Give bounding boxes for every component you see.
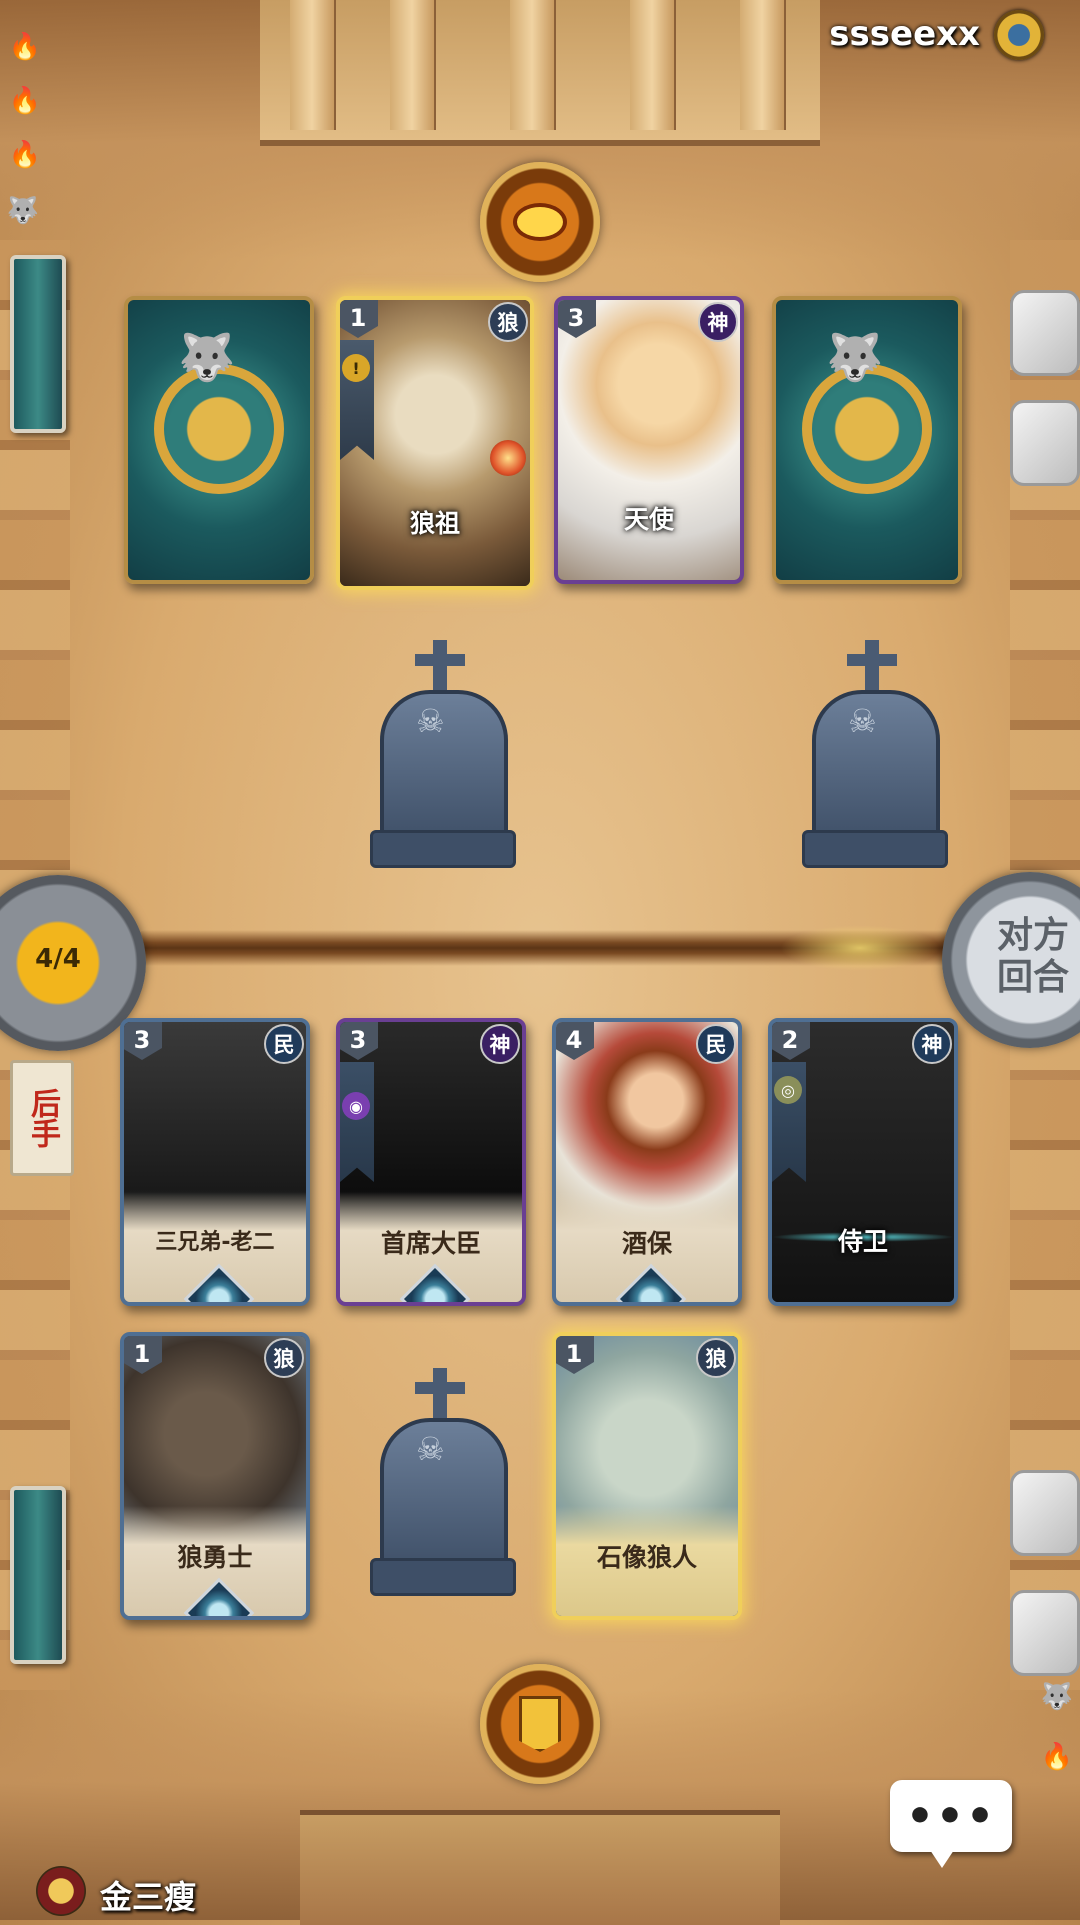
player-card[interactable]: ◎ 2 神 侍卫 xyxy=(768,1018,958,1306)
player-card[interactable]: ◉ 3 神 首席大臣 xyxy=(336,1018,526,1306)
player-hero-medallion[interactable] xyxy=(480,1664,600,1784)
tombstone: ☠ xyxy=(370,1368,516,1598)
player-name: 金三瘦 xyxy=(100,1878,197,1916)
faction-badge: 神 xyxy=(912,1024,952,1064)
tombstone: ☠ xyxy=(370,640,516,870)
opponent-name: ssseexx xyxy=(829,14,980,54)
player-card[interactable]: 1 狼 狼勇士 xyxy=(120,1332,310,1620)
opponent-card-angel[interactable]: 3 神 天使 xyxy=(554,296,744,584)
opponent-card-back: 🐺 xyxy=(772,296,962,584)
gear-emblem-icon[interactable] xyxy=(994,10,1044,60)
fire-icon: 🔥 xyxy=(8,32,42,62)
end-turn-line2: 回合 xyxy=(996,957,1069,998)
opponent-card-back: 🐺 xyxy=(124,296,314,584)
fire-icon: 🔥 xyxy=(1040,1742,1074,1772)
wolf-head-icon: 🐺 xyxy=(178,330,236,384)
card-name: 狼祖 xyxy=(409,509,460,538)
crown-banner-icon xyxy=(519,1696,561,1752)
end-turn-line1: 对方 xyxy=(996,915,1069,956)
player-card[interactable]: 1 狼 石像狼人 xyxy=(552,1332,742,1620)
turn-order-tag: 后手 xyxy=(10,1060,74,1176)
turn-counter: 4/4 xyxy=(35,944,81,974)
opponent-card-wolf-ancestor[interactable]: ! 1 狼 狼祖 xyxy=(336,296,534,590)
card-name: 石像狼人 xyxy=(596,1543,697,1572)
faction-badge: 狼 xyxy=(264,1338,304,1378)
player-card[interactable]: 4 民 酒保 xyxy=(552,1018,742,1306)
player-deck xyxy=(10,1486,66,1664)
wolf-head-icon: 🐺 xyxy=(1040,1682,1074,1712)
temple-column xyxy=(740,0,786,130)
eye-status-icon: ◎ xyxy=(774,1076,802,1104)
crystal-stone xyxy=(1010,400,1080,486)
crystal-stone xyxy=(1010,290,1080,376)
faction-badge: 狼 xyxy=(488,302,528,342)
wolf-head-icon: 🐺 xyxy=(6,196,40,226)
crystal-stone xyxy=(1010,1470,1080,1556)
card-name: 狼勇士 xyxy=(177,1543,253,1572)
opponent-deck xyxy=(10,255,66,433)
end-turn-label: 对方 回合 xyxy=(988,915,1078,999)
skull-icon: ☠ xyxy=(416,702,445,740)
chat-button[interactable]: ••• xyxy=(890,1780,1012,1868)
skull-icon: ☠ xyxy=(416,1430,445,1468)
crown-avatar-icon[interactable] xyxy=(36,1866,86,1916)
temple-column xyxy=(630,0,676,130)
faction-badge: 狼 xyxy=(696,1338,736,1378)
tombstone: ☠ xyxy=(802,640,948,870)
faction-badge: 民 xyxy=(696,1024,736,1064)
faction-badge: 神 xyxy=(480,1024,520,1064)
faction-badge: 民 xyxy=(264,1024,304,1064)
wolf-head-icon: 🐺 xyxy=(826,330,884,384)
status-ribbon xyxy=(340,1062,374,1182)
skull-icon: ☠ xyxy=(848,702,877,740)
temple-column xyxy=(290,0,336,130)
fire-orb-icon xyxy=(490,440,526,476)
eye-icon xyxy=(513,203,567,241)
card-name: 首席大臣 xyxy=(380,1229,481,1258)
temple-facade xyxy=(260,0,820,146)
fire-icon: 🔥 xyxy=(8,140,42,170)
alert-icon: ! xyxy=(342,354,370,382)
temple-column xyxy=(510,0,556,130)
temple-gate xyxy=(300,1810,780,1925)
faction-badge: 神 xyxy=(698,302,738,342)
fire-icon: 🔥 xyxy=(8,86,42,116)
card-name: 侍卫 xyxy=(837,1227,888,1256)
card-name: 天使 xyxy=(623,505,674,534)
card-name: 酒保 xyxy=(621,1229,672,1258)
temple-column xyxy=(390,0,436,130)
angel-art xyxy=(558,300,740,580)
card-name: 三兄弟-老二 xyxy=(155,1230,275,1255)
opponent-hero-medallion[interactable] xyxy=(480,162,600,282)
magic-orb-icon: ◉ xyxy=(342,1092,370,1120)
divider-glow xyxy=(780,925,940,971)
player-card[interactable]: 3 民 三兄弟-老二 xyxy=(120,1018,310,1306)
crystal-stone xyxy=(1010,1590,1080,1676)
